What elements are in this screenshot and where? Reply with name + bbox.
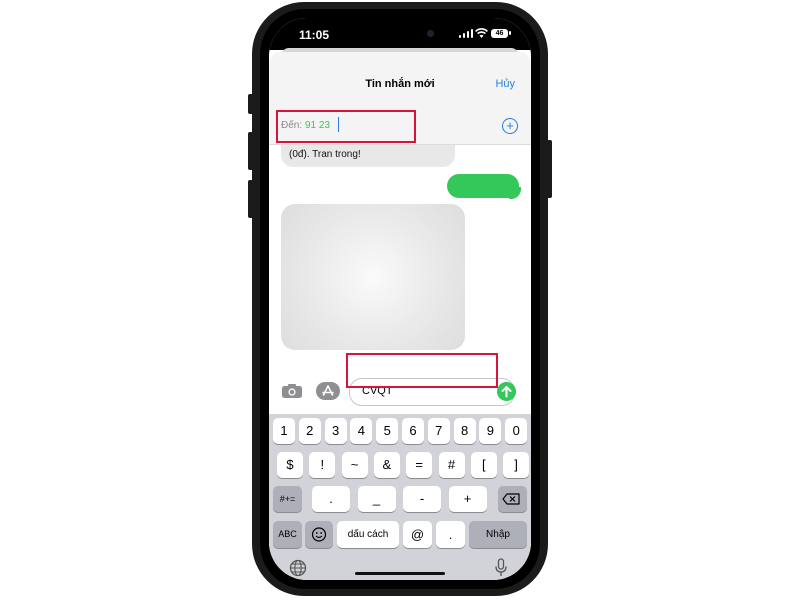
message-thread: (0đ). Tran trong!	[269, 145, 531, 373]
volume-up-button	[248, 132, 253, 170]
delete-key[interactable]	[498, 486, 527, 512]
keyboard: 1234567890 $! ~ & = #[] #+= . _ - + ABC dấu c	[269, 414, 531, 580]
key-digit-3[interactable]: 4	[350, 418, 373, 444]
key-dot[interactable]: .	[436, 521, 465, 548]
battery-icon: 46	[491, 29, 508, 38]
outgoing-message-bubble	[447, 174, 519, 198]
key-digit-0[interactable]: 1	[273, 418, 295, 444]
nav-bar: Tin nhắn mới Hủy	[269, 52, 531, 108]
key-symbol-0[interactable]: $	[277, 452, 303, 478]
dynamic-island	[379, 25, 451, 45]
key-digit-4[interactable]: 5	[376, 418, 399, 444]
emoji-icon	[311, 527, 327, 542]
app-store-icon[interactable]	[316, 382, 340, 400]
key-digit-7[interactable]: 8	[453, 418, 476, 444]
key-symbol-2[interactable]: ~	[341, 452, 368, 478]
key-digit-8[interactable]: 9	[479, 418, 502, 444]
key-digit-6[interactable]: 7	[427, 418, 450, 444]
power-button	[547, 140, 552, 198]
key-punct-2[interactable]: -	[403, 486, 441, 512]
key-digit-2[interactable]: 3	[324, 418, 347, 444]
signal-icon	[459, 29, 473, 38]
key-symbol-7[interactable]: ]	[503, 452, 530, 478]
home-indicator	[355, 572, 445, 575]
incoming-message-bubble: (0đ). Tran trong!	[281, 145, 455, 167]
blurred-image-message	[281, 204, 465, 350]
key-at[interactable]: @	[403, 521, 432, 548]
incoming-message-text: (0đ). Tran trong!	[289, 149, 361, 160]
camera-icon[interactable]	[281, 383, 303, 399]
backspace-icon	[502, 493, 520, 505]
microphone-icon[interactable]	[494, 558, 508, 578]
key-digit-5[interactable]: 6	[402, 418, 424, 444]
key-punct-3[interactable]: +	[448, 486, 487, 512]
key-digit-1[interactable]: 2	[298, 418, 321, 444]
globe-icon[interactable]	[289, 559, 307, 577]
message-highlight-box	[346, 353, 498, 388]
key-digit-9[interactable]: 0	[505, 418, 528, 444]
key-symbol-5[interactable]: #	[438, 452, 465, 478]
send-arrow-icon[interactable]	[497, 382, 516, 401]
status-time: 11:05	[299, 28, 330, 42]
status-bar: 11:05 46	[269, 18, 531, 50]
key-symbol-4[interactable]: =	[406, 452, 433, 478]
key-symbols-shift[interactable]: #+=	[273, 486, 302, 512]
key-symbol-1[interactable]: !	[309, 452, 336, 478]
recipient-highlight-box	[276, 110, 416, 143]
add-contact-icon[interactable]: +	[502, 118, 518, 134]
wifi-icon	[475, 28, 488, 38]
enter-key[interactable]: Nhập	[469, 521, 527, 548]
key-punct-0[interactable]: .	[312, 486, 350, 512]
key-punct-1[interactable]: _	[357, 486, 396, 512]
phone-screen: 11:05 46 Tin nhắn mới Hủy Đến: 91 23 + (…	[269, 18, 531, 580]
battery-tip	[509, 31, 511, 35]
mute-switch	[248, 94, 253, 114]
key-symbol-6[interactable]: [	[470, 452, 497, 478]
key-abc[interactable]: ABC	[273, 521, 302, 548]
volume-down-button	[248, 180, 253, 218]
page-title: Tin nhắn mới	[365, 78, 435, 90]
space-key[interactable]: dấu cách	[337, 521, 399, 548]
front-camera	[427, 30, 434, 37]
emoji-key[interactable]	[305, 521, 333, 548]
key-symbol-3[interactable]: &	[373, 452, 400, 478]
cancel-button[interactable]: Hủy	[495, 78, 515, 90]
